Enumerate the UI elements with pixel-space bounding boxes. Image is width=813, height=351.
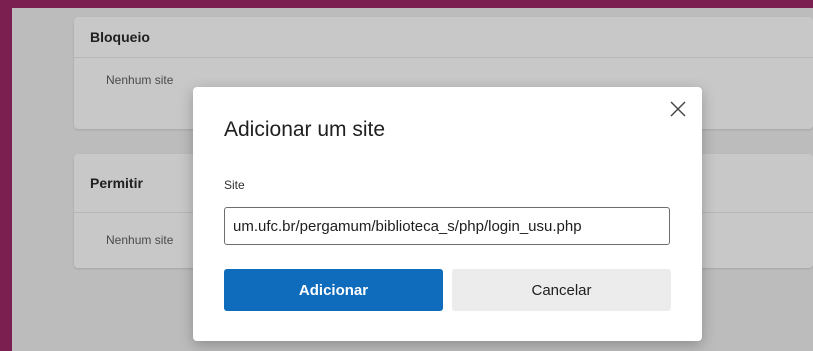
dialog-title: Adicionar um site bbox=[224, 118, 386, 141]
site-field-label: Site bbox=[224, 178, 245, 192]
close-icon[interactable] bbox=[668, 99, 688, 119]
site-input[interactable] bbox=[224, 207, 670, 245]
close-icon-glyph bbox=[670, 101, 686, 117]
add-site-dialog: Adicionar um site Site Adicionar Cancela… bbox=[193, 87, 702, 341]
add-button[interactable]: Adicionar bbox=[224, 269, 443, 311]
cancel-button[interactable]: Cancelar bbox=[452, 269, 671, 311]
